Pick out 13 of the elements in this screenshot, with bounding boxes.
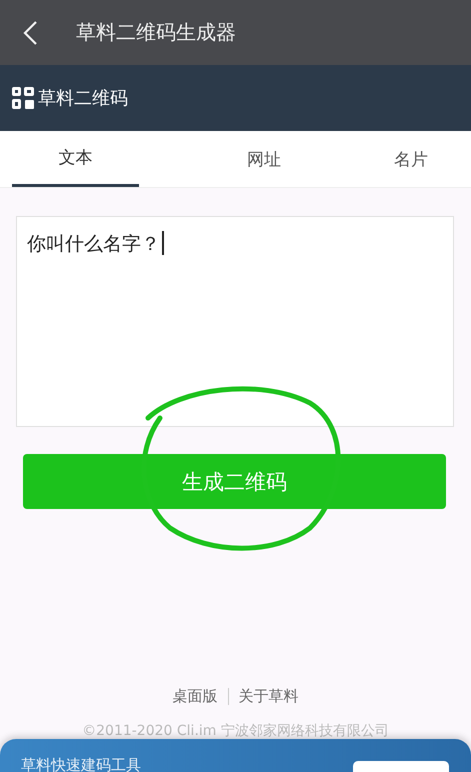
logo-text: 草料二维码 [38,87,128,110]
input-text: 你叫什么名字？ [27,232,160,257]
copyright-text: ©2011-2020 Cli.im 宁波邻家网络科技有限公司 [81,722,390,740]
tab[interactable]: 网址 [177,131,351,187]
text-input-field[interactable]: 你叫什么名字？ [16,216,454,427]
banner-title: 草料快速建码工具 [21,756,141,772]
page-title: 草料二维码生成器 [76,19,236,46]
tab[interactable]: 名片 [351,131,471,187]
qr-logo-icon [12,87,34,109]
back-icon[interactable] [22,20,38,46]
footer-link[interactable]: 桌面版 [172,687,218,706]
tab[interactable]: 文本 [12,131,139,187]
footer-link[interactable]: 关于草料 [238,687,298,706]
